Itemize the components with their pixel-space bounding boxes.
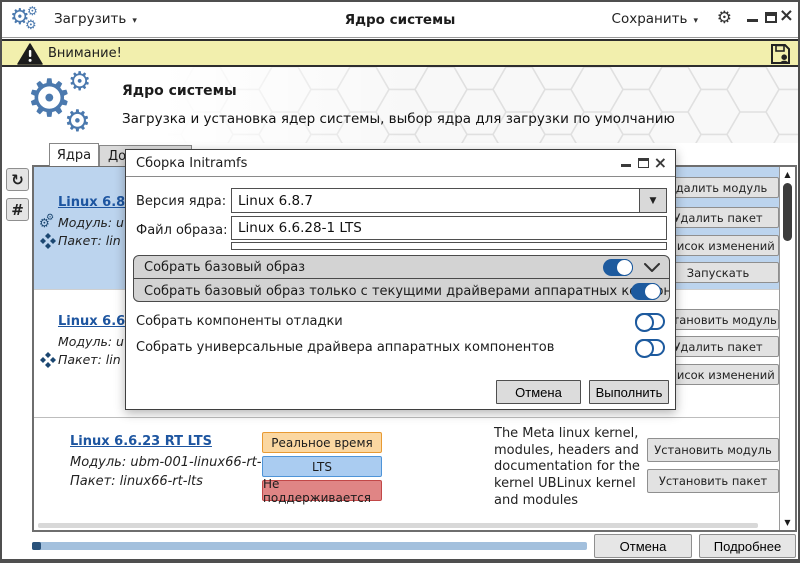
option-row-debug[interactable]: Собрать компоненты отладки bbox=[126, 310, 675, 333]
tab-kernels[interactable]: Ядра bbox=[49, 143, 99, 166]
warning-text: Внимание! bbox=[48, 46, 122, 61]
settings-gear-icon[interactable]: ⚙ bbox=[717, 10, 732, 27]
dialog-titlebar: Сборка Initramfs × bbox=[126, 150, 675, 177]
minimize-button[interactable] bbox=[747, 19, 758, 22]
maximize-button[interactable] bbox=[765, 12, 777, 23]
warning-bar: Внимание! bbox=[2, 39, 798, 67]
warning-icon bbox=[17, 43, 43, 65]
image-file-field[interactable] bbox=[231, 216, 667, 240]
scroll-down-icon[interactable]: ▼ bbox=[780, 518, 795, 527]
chevron-down-icon[interactable] bbox=[644, 263, 660, 272]
kernel-version-combobox[interactable]: ▼ bbox=[231, 188, 667, 213]
dropdown-arrow-icon: ▼ bbox=[650, 196, 657, 206]
package-line: Пакет: lin bbox=[58, 352, 121, 367]
app-window: ⚙ ⚙ ⚙ Загрузить▾ Ядро системы Сохранить▾… bbox=[0, 0, 800, 563]
image-file-extra-field[interactable] bbox=[231, 242, 667, 250]
badge-lts: LTS bbox=[262, 456, 382, 477]
module-line: Модуль: u bbox=[58, 215, 124, 230]
kernel-link[interactable]: Linux 6.6.23 RT LTS bbox=[70, 434, 212, 449]
progress-bar bbox=[32, 542, 587, 550]
option-label: Собрать базовый образ bbox=[144, 260, 305, 275]
module-line: Модуль: ubm-001-linux66-rt-lts bbox=[70, 455, 277, 470]
kernel-gears-icon: ⚙ ⚙ ⚙ bbox=[20, 67, 120, 143]
dialog-run-button[interactable]: Выполнить bbox=[589, 380, 669, 404]
dialog-title: Сборка Initramfs bbox=[136, 156, 247, 171]
module-gears-icon: ⚙ ⚙ bbox=[39, 215, 55, 231]
kernel-version-input[interactable] bbox=[232, 189, 639, 212]
initramfs-dialog: Сборка Initramfs × Версия ядра: ▼ Файл о… bbox=[125, 149, 676, 410]
kernel-row[interactable]: Linux 6.6.23 RT LTS Модуль: ubm-001-linu… bbox=[34, 417, 779, 529]
horizontal-scrollbar[interactable] bbox=[38, 523, 758, 528]
refresh-icon: ↻ bbox=[11, 171, 24, 189]
package-icon bbox=[40, 352, 56, 368]
dialog-close-button[interactable]: × bbox=[654, 153, 667, 172]
kernel-link[interactable]: Linux 6.8. bbox=[58, 195, 130, 210]
option-row-current-drivers[interactable]: Собрать базовый образ только с текущими … bbox=[134, 280, 669, 302]
dialog-maximize-button[interactable] bbox=[638, 158, 649, 168]
current-drivers-toggle[interactable] bbox=[631, 283, 661, 300]
save-menu-label: Сохранить bbox=[612, 11, 688, 27]
module-line: Модуль: u bbox=[58, 334, 124, 349]
progress-fill bbox=[32, 542, 41, 550]
refresh-button[interactable]: ↻ bbox=[6, 168, 29, 191]
hex-fade-overlay bbox=[2, 67, 798, 143]
universal-drivers-toggle[interactable] bbox=[635, 339, 665, 356]
badge-unsupported: Не поддерживается bbox=[262, 480, 382, 501]
badge-realtime: Реальное время bbox=[262, 432, 382, 453]
option-row-base-image[interactable]: Собрать базовый образ bbox=[134, 256, 669, 279]
footer-details-button[interactable]: Подробнее bbox=[699, 534, 796, 558]
save-report-icon[interactable] bbox=[768, 42, 792, 66]
kernel-link[interactable]: Linux 6.6. bbox=[58, 314, 130, 329]
dialog-minimize-button[interactable] bbox=[621, 164, 631, 167]
package-line: Пакет: linux66-rt-lts bbox=[70, 474, 203, 489]
option-label: Собрать компоненты отладки bbox=[136, 314, 343, 329]
base-image-group: Собрать базовый образ Собрать базовый об… bbox=[133, 255, 670, 302]
image-file-label: Файл образа: bbox=[136, 223, 228, 238]
combobox-dropdown-button[interactable]: ▼ bbox=[639, 189, 666, 212]
dialog-cancel-button[interactable]: Отмена bbox=[496, 380, 581, 404]
page-title: Ядро системы bbox=[122, 83, 237, 99]
page-subtitle: Загрузка и установка ядер системы, выбор… bbox=[122, 111, 675, 127]
hash-button[interactable]: # bbox=[6, 198, 29, 221]
vertical-scrollbar[interactable]: ▲ ▼ bbox=[779, 167, 795, 530]
hash-icon: # bbox=[11, 201, 24, 219]
install-package-button[interactable]: Установить пакет bbox=[647, 469, 779, 493]
option-row-universal-drivers[interactable]: Собрать универсальные драйвера аппаратны… bbox=[126, 336, 675, 359]
scrollbar-thumb[interactable] bbox=[783, 183, 792, 241]
page-header: ⚙ ⚙ ⚙ Ядро системы Загрузка и установка … bbox=[2, 67, 798, 143]
chevron-down-icon: ▾ bbox=[693, 16, 698, 26]
footer-cancel-button[interactable]: Отмена bbox=[594, 534, 692, 558]
titlebar: ⚙ ⚙ ⚙ Загрузить▾ Ядро системы Сохранить▾… bbox=[2, 2, 798, 38]
base-image-toggle[interactable] bbox=[603, 259, 633, 276]
image-file-input[interactable] bbox=[232, 217, 666, 239]
save-menu[interactable]: Сохранить ▾ bbox=[612, 11, 698, 27]
debug-components-toggle[interactable] bbox=[635, 313, 665, 330]
option-label: Собрать базовый образ только с текущими … bbox=[144, 284, 670, 299]
package-line: Пакет: lin bbox=[58, 233, 121, 248]
install-module-button[interactable]: Установить модуль bbox=[647, 438, 779, 462]
package-icon bbox=[40, 233, 56, 249]
scroll-up-icon[interactable]: ▲ bbox=[780, 170, 795, 179]
kernel-description: The Meta linux kernel, modules, headers … bbox=[494, 426, 650, 509]
kernel-version-label: Версия ядра: bbox=[136, 194, 226, 209]
close-button[interactable]: × bbox=[779, 7, 794, 25]
option-label: Собрать универсальные драйвера аппаратны… bbox=[136, 340, 554, 355]
